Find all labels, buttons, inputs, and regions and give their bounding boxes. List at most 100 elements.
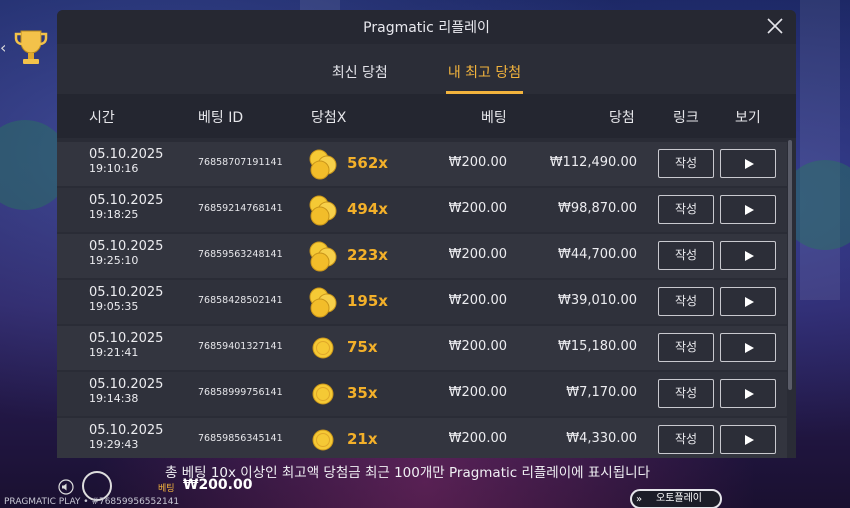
column-time: 시간 xyxy=(89,110,115,126)
row-bet-id: 76858707191141 xyxy=(198,157,283,168)
play-icon xyxy=(745,205,754,215)
column-multiplier: 당첨X xyxy=(311,110,347,126)
brand-footer: PRAGMATIC PLAY • #76859956552141 xyxy=(4,497,180,507)
play-replay-button[interactable] xyxy=(720,287,776,316)
column-win: 당첨 xyxy=(609,110,635,126)
autoplay-button[interactable]: » 오토플레이 xyxy=(630,489,722,508)
row-date: 05.10.2025 xyxy=(89,147,164,162)
tab-bar: 최신 당첨 내 최고 당첨 xyxy=(57,44,796,94)
row-bet: ₩200.00 xyxy=(448,155,507,170)
row-date: 05.10.2025 xyxy=(89,239,164,254)
row-time: 19:21:41 xyxy=(89,346,139,359)
row-win: ₩15,180.00 xyxy=(557,339,637,354)
table-row: 05.10.2025 19:14:38 76858999756141 35x ₩… xyxy=(57,372,787,416)
coin-stack-icon xyxy=(307,148,339,180)
row-win: ₩44,700.00 xyxy=(557,247,637,262)
play-replay-button[interactable] xyxy=(720,195,776,224)
coin-stack-icon xyxy=(307,240,339,272)
write-button[interactable]: 작성 xyxy=(658,195,714,224)
play-icon xyxy=(745,297,754,307)
row-win: ₩39,010.00 xyxy=(557,293,637,308)
autoplay-icon: » xyxy=(636,494,643,505)
table-row: 05.10.2025 19:18:25 76859214768141 494x … xyxy=(57,188,787,232)
modal-header: Pragmatic 리플레이 xyxy=(57,10,796,44)
table-row: 05.10.2025 19:25:10 76859563248141 223x … xyxy=(57,234,787,278)
row-time: 19:25:10 xyxy=(89,254,139,267)
play-icon xyxy=(745,435,754,445)
write-button[interactable]: 작성 xyxy=(658,149,714,178)
column-link: 링크 xyxy=(673,110,699,126)
sound-icon[interactable] xyxy=(58,479,74,495)
replay-modal: Pragmatic 리플레이 최신 당첨 내 최고 당첨 시간 베팅 ID 당첨… xyxy=(57,10,796,458)
game-bottom-bar: 베팅 ₩200.00 PRAGMATIC PLAY • #76859956552… xyxy=(0,471,850,508)
table-scrollbar[interactable] xyxy=(788,140,792,390)
row-date: 05.10.2025 xyxy=(89,331,164,346)
row-bet-id: 76859563248141 xyxy=(198,249,283,260)
coin-stack-icon xyxy=(307,286,339,318)
row-multiplier: 562x xyxy=(347,154,388,172)
table-header: 시간 베팅 ID 당첨X 베팅 당첨 링크 보기 xyxy=(57,94,796,138)
row-win: ₩7,170.00 xyxy=(566,385,637,400)
play-icon xyxy=(745,389,754,399)
play-icon xyxy=(745,159,754,169)
row-time: 19:14:38 xyxy=(89,392,139,405)
write-button[interactable]: 작성 xyxy=(658,333,714,362)
play-icon xyxy=(745,343,754,353)
row-multiplier: 21x xyxy=(347,430,378,448)
tab-my-top-wins[interactable]: 내 최고 당첨 xyxy=(445,62,524,94)
bet-value: ₩200.00 xyxy=(183,477,253,493)
row-bet-id: 76859401327141 xyxy=(198,341,283,352)
tab-latest-wins[interactable]: 최신 당첨 xyxy=(330,62,390,94)
table-row: 05.10.2025 19:10:16 76858707191141 562x … xyxy=(57,142,787,186)
row-bet: ₩200.00 xyxy=(448,431,507,446)
row-date: 05.10.2025 xyxy=(89,423,164,438)
coin-icon xyxy=(307,378,339,410)
row-multiplier: 75x xyxy=(347,338,378,356)
table-row: 05.10.2025 19:05:35 76858428502141 195x … xyxy=(57,280,787,324)
row-time: 19:29:43 xyxy=(89,438,139,451)
row-date: 05.10.2025 xyxy=(89,193,164,208)
row-bet: ₩200.00 xyxy=(448,339,507,354)
row-bet-id: 76859856345141 xyxy=(198,433,283,444)
play-replay-button[interactable] xyxy=(720,241,776,270)
row-multiplier: 223x xyxy=(347,246,388,264)
bet-label: 베팅 xyxy=(158,484,175,494)
row-multiplier: 195x xyxy=(347,292,388,310)
column-bet-id: 베팅 ID xyxy=(198,110,244,126)
coin-stack-icon xyxy=(307,194,339,226)
column-view: 보기 xyxy=(735,110,761,126)
row-win: ₩4,330.00 xyxy=(566,431,637,446)
row-multiplier: 494x xyxy=(347,200,388,218)
row-date: 05.10.2025 xyxy=(89,377,164,392)
play-replay-button[interactable] xyxy=(720,425,776,454)
autoplay-label: 오토플레이 xyxy=(656,493,702,504)
row-time: 19:05:35 xyxy=(89,300,139,313)
close-icon[interactable] xyxy=(764,15,786,37)
play-replay-button[interactable] xyxy=(720,379,776,408)
trophy-icon[interactable] xyxy=(14,28,48,66)
write-button[interactable]: 작성 xyxy=(658,287,714,316)
play-replay-button[interactable] xyxy=(720,333,776,362)
row-time: 19:10:16 xyxy=(89,162,139,175)
row-bet: ₩200.00 xyxy=(448,247,507,262)
coin-icon xyxy=(307,332,339,364)
modal-title: Pragmatic 리플레이 xyxy=(363,20,490,36)
table-row: 05.10.2025 19:29:43 76859856345141 21x ₩… xyxy=(57,418,787,458)
row-multiplier: 35x xyxy=(347,384,378,402)
write-button[interactable]: 작성 xyxy=(658,241,714,270)
row-bet-id: 76859214768141 xyxy=(198,203,283,214)
row-win: ₩98,870.00 xyxy=(557,201,637,216)
row-bet: ₩200.00 xyxy=(448,385,507,400)
column-bet: 베팅 xyxy=(481,110,507,126)
table-row: 05.10.2025 19:21:41 76859401327141 75x ₩… xyxy=(57,326,787,370)
row-bet-id: 76858428502141 xyxy=(198,295,283,306)
play-replay-button[interactable] xyxy=(720,149,776,178)
write-button[interactable]: 작성 xyxy=(658,379,714,408)
row-time: 19:18:25 xyxy=(89,208,139,221)
row-bet-id: 76858999756141 xyxy=(198,387,283,398)
write-button[interactable]: 작성 xyxy=(658,425,714,454)
coin-icon xyxy=(307,424,339,456)
play-icon xyxy=(745,251,754,261)
row-bet: ₩200.00 xyxy=(448,201,507,216)
back-arrow-icon[interactable]: ‹ xyxy=(0,38,6,57)
